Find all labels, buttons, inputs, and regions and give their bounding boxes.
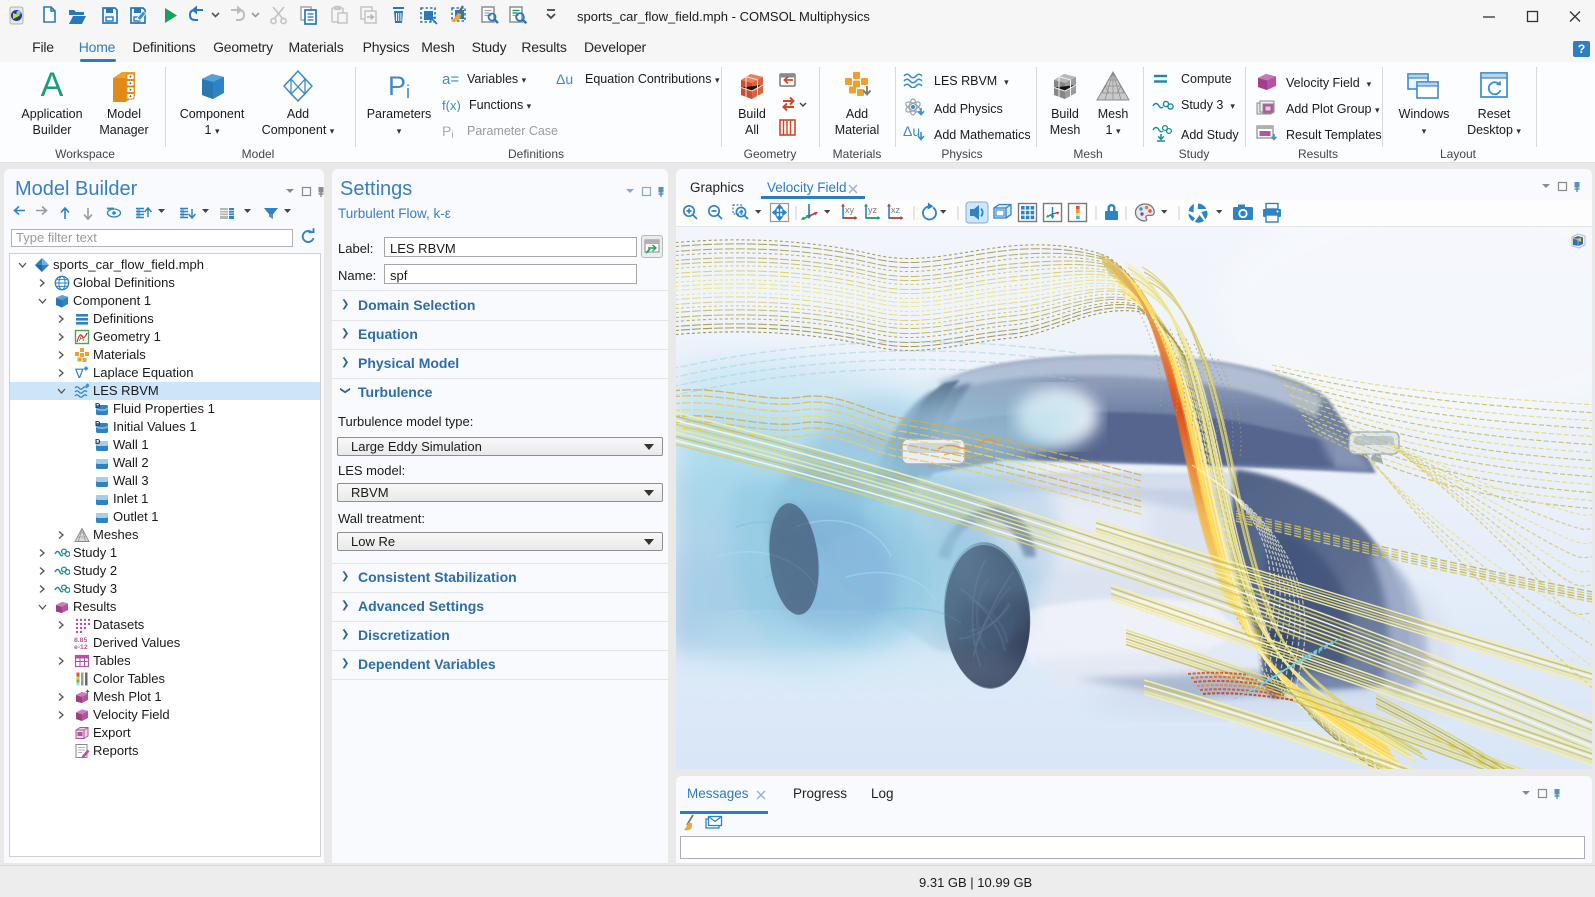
- svg-text:A: A: [41, 70, 64, 102]
- svg-text:Δu: Δu: [903, 124, 920, 139]
- svg-text:xy: xy: [845, 205, 855, 215]
- svg-text:a=: a=: [442, 72, 459, 86]
- svg-text:xz: xz: [891, 205, 901, 215]
- svg-text:Δu: Δu: [556, 72, 573, 86]
- svg-text:f(x): f(x): [442, 98, 461, 112]
- svg-text:Pi: Pi: [388, 71, 410, 102]
- svg-text:yz: yz: [868, 205, 878, 215]
- svg-text:Pi: Pi: [442, 124, 454, 138]
